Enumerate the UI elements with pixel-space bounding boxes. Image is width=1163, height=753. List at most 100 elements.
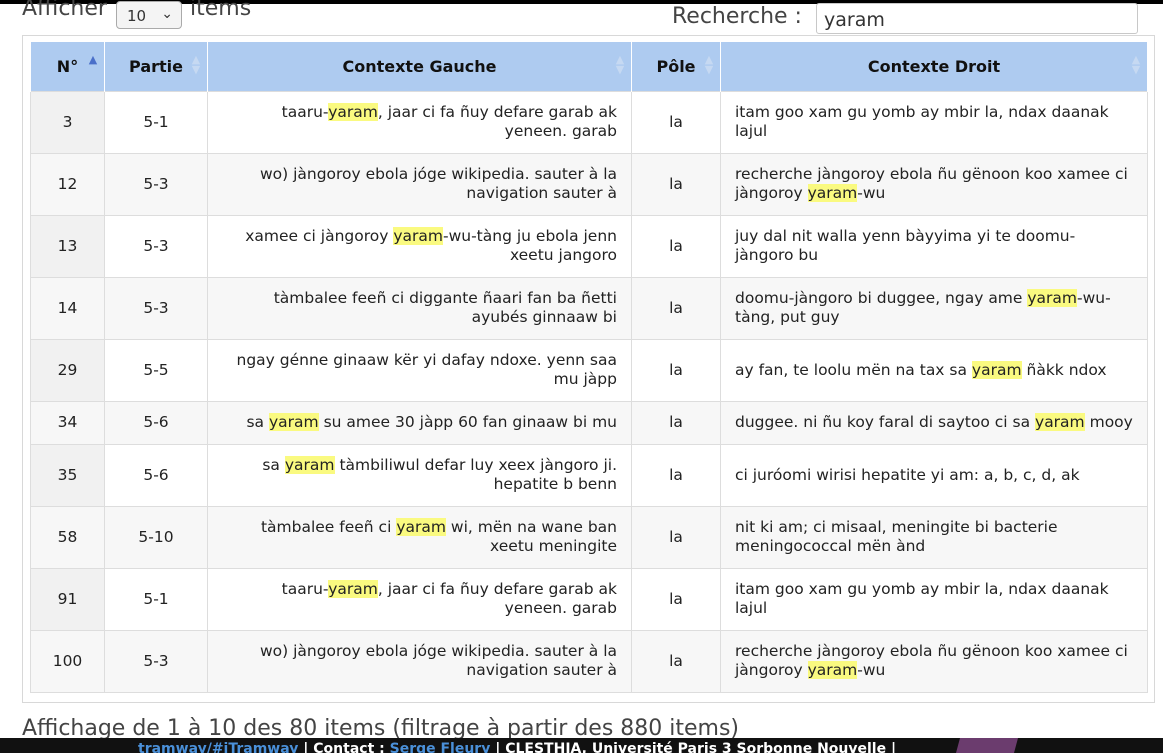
cell-contexte-droit: nit ki am; ci misaal, meningite bi bacte… (720, 505, 1148, 569)
search-highlight: yaram (396, 518, 446, 536)
footer-separator: | (490, 741, 506, 753)
cell-contexte-gauche: taaru-yaram, jaar ci fa ñuy defare garab… (207, 90, 632, 154)
sort-asc-active-icon: ▲ (88, 53, 98, 66)
cell-contexte-gauche: xamee ci jàngoroy yaram-wu-tàng ju ebola… (207, 214, 632, 278)
cell-contexte-droit: recherche jàngoroy ebola ñu gënoon koo x… (720, 152, 1148, 216)
cell-partie: 5-10 (104, 505, 208, 569)
sort-icon: ▲ ▼ (1131, 53, 1141, 76)
concordance-table: N° ▲ Partie ▲ ▼ Contexte Gauche ▲ ▼ Pôle ▲… (30, 42, 1148, 693)
cell-contexte-gauche: tàmbalee feeñ ci yaram wi, mën na wane b… (207, 505, 632, 569)
column-header-label: N° (56, 56, 79, 76)
cell-number: 29 (30, 338, 105, 402)
cell-contexte-droit: duggee. ni ñu koy faral di saytoo ci sa … (720, 400, 1148, 445)
cell-pole: la (631, 338, 721, 402)
column-header-label: Contexte Droit (867, 56, 1001, 76)
cell-partie: 5-3 (104, 214, 208, 278)
cell-number: 35 (30, 443, 105, 507)
footer-logo (955, 738, 1019, 753)
cell-partie: 5-3 (104, 629, 208, 693)
sort-icon: ▲ ▼ (191, 53, 201, 76)
cell-pole: la (631, 400, 721, 445)
column-header-number[interactable]: N° ▲ (30, 42, 105, 91)
cell-number: 100 (30, 629, 105, 693)
search-label: Recherche : (672, 4, 802, 29)
search-highlight: yaram (807, 184, 858, 202)
cell-pole: la (631, 567, 721, 631)
search-highlight: yaram (1027, 289, 1078, 307)
cell-contexte-droit: ay fan, te loolu mën na tax sa yaram ñàk… (720, 338, 1148, 402)
footer-separator: | (886, 741, 897, 753)
show-entries-label: Afficher (22, 0, 107, 21)
column-header-label: Pôle (656, 56, 696, 76)
table-row[interactable]: 100 5-3 wo) jàngoroy ebola jóge wikipedia.… (30, 629, 1148, 693)
footer-contact-link[interactable]: Serge Fleury (390, 741, 491, 753)
cell-pole: la (631, 152, 721, 216)
table-row[interactable]: 12 5-3 wo) jàngoroy ebola jóge wikipedia. … (30, 152, 1148, 216)
search-highlight: yaram (1035, 413, 1085, 431)
footer-organization: CLESTHIA, Université Paris 3 Sorbonne No… (505, 741, 887, 753)
cell-partie: 5-3 (104, 276, 208, 340)
cell-contexte-gauche: ngay génne ginaaw kër yi dafay ndoxe. ye… (207, 338, 632, 402)
column-header-partie[interactable]: Partie ▲ ▼ (104, 42, 208, 91)
column-header-contexte-gauche[interactable]: Contexte Gauche ▲ ▼ (207, 42, 632, 91)
cell-contexte-gauche: sa yaram su amee 30 jàpp 60 fan ginaaw b… (207, 400, 632, 445)
search-highlight: yaram (328, 580, 378, 598)
table-controls: Afficher 10 ⌄ items Recherche : yaram (0, 0, 1163, 40)
cell-partie: 5-6 (104, 443, 208, 507)
column-header-contexte-droit[interactable]: Contexte Droit ▲ ▼ (720, 42, 1148, 91)
page-footer: tramway/#iTramway | Contact : Serge Fleu… (0, 738, 1163, 753)
cell-contexte-droit: itam goo xam gu yomb ay mbir la, ndax da… (720, 90, 1148, 154)
search-highlight: yaram (328, 103, 378, 121)
column-header-label: Contexte Gauche (342, 56, 497, 76)
search-highlight: yaram (269, 413, 319, 431)
cell-partie: 5-1 (104, 90, 208, 154)
table-row[interactable]: 91 5-1 taaru-yaram, jaar ci fa ñuy defare … (30, 567, 1148, 631)
cell-contexte-droit: itam goo xam gu yomb ay mbir la, ndax da… (720, 567, 1148, 631)
cell-partie: 5-1 (104, 567, 208, 631)
cell-number: 3 (30, 90, 105, 154)
cell-pole: la (631, 443, 721, 507)
cell-contexte-gauche: sa yaram tàmbiliwul defar luy xeex jàngo… (207, 443, 632, 507)
cell-contexte-droit: juy dal nit walla yenn bàyyima yi te doo… (720, 214, 1148, 278)
table-row[interactable]: 29 5-5 ngay génne ginaaw kër yi dafay ndox… (30, 338, 1148, 402)
cell-contexte-gauche: wo) jàngoroy ebola jóge wikipedia. saute… (207, 152, 632, 216)
table-row[interactable]: 58 5-10 tàmbalee feeñ ci yaram wi, mën na … (30, 505, 1148, 569)
page-size-select[interactable]: 10 ⌄ (116, 1, 182, 29)
table-row[interactable]: 14 5-3 tàmbalee feeñ ci diggante ñaari fan… (30, 276, 1148, 340)
table-row[interactable]: 35 5-6 sa yaram tàmbiliwul defar luy xeex … (30, 443, 1148, 507)
cell-pole: la (631, 629, 721, 693)
cell-number: 14 (30, 276, 105, 340)
cell-number: 12 (30, 152, 105, 216)
sort-icon: ▲ ▼ (704, 53, 714, 76)
sort-icon: ▲ ▼ (615, 53, 625, 76)
table-row[interactable]: 34 5-6 sa yaram su amee 30 jàpp 60 fan gin… (30, 400, 1148, 445)
search-highlight: yaram (807, 661, 858, 679)
search-highlight: yaram (971, 360, 1022, 379)
footer-text: tramway/#iTramway | Contact : Serge Fleu… (138, 741, 896, 753)
search-highlight: yaram (393, 227, 443, 245)
cell-pole: la (631, 276, 721, 340)
search-highlight: yaram (284, 456, 335, 474)
cell-pole: la (631, 214, 721, 278)
cell-partie: 5-5 (104, 338, 208, 402)
cell-number: 58 (30, 505, 105, 569)
column-header-label: Partie (129, 56, 183, 76)
footer-link-tramway[interactable]: tramway/#iTramway (138, 741, 298, 753)
cell-contexte-gauche: tàmbalee feeñ ci diggante ñaari fan ba ñ… (207, 276, 632, 340)
cell-number: 91 (30, 567, 105, 631)
cell-contexte-gauche: wo) jàngoroy ebola jóge wikipedia. saute… (207, 629, 632, 693)
table-row[interactable]: 3 5-1 taaru-yaram, jaar ci fa ñuy defare g… (30, 90, 1148, 154)
cell-partie: 5-3 (104, 152, 208, 216)
cell-contexte-droit: recherche jàngoroy ebola ñu gënoon koo x… (720, 629, 1148, 693)
search-input[interactable]: yaram (816, 3, 1138, 34)
cell-contexte-gauche: taaru-yaram, jaar ci fa ñuy defare garab… (207, 567, 632, 631)
table-row[interactable]: 13 5-3 xamee ci jàngoroy yaram-wu-tàng ju … (30, 214, 1148, 278)
cell-pole: la (631, 505, 721, 569)
column-header-pole[interactable]: Pôle ▲ ▼ (631, 42, 721, 91)
cell-contexte-droit: doomu-jàngoro bi duggee, ngay ame yaram-… (720, 276, 1148, 340)
cell-number: 13 (30, 214, 105, 278)
table-header-row: N° ▲ Partie ▲ ▼ Contexte Gauche ▲ ▼ Pôle ▲… (30, 42, 1148, 91)
cell-partie: 5-6 (104, 400, 208, 445)
footer-separator: | (298, 741, 314, 753)
chevron-down-icon: ⌄ (161, 6, 173, 22)
